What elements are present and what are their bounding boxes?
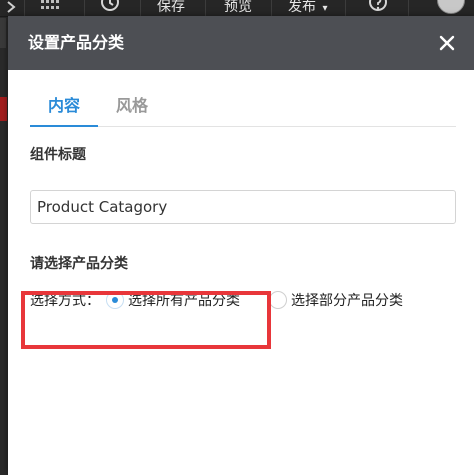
chevron-down-icon: ▾ bbox=[322, 3, 328, 14]
top-toolbar: 保存 预览 发布 ▾ bbox=[0, 0, 474, 17]
avatar[interactable] bbox=[437, 0, 465, 14]
preview-button[interactable]: 预览 bbox=[222, 0, 254, 16]
close-button[interactable] bbox=[436, 32, 458, 54]
preview-label: 预览 bbox=[224, 0, 252, 15]
app-window: 保存 预览 发布 ▾ 设置产品分类 内容 风格 组件标题 Product Cat… bbox=[0, 0, 474, 475]
background-panel-fragment bbox=[0, 18, 6, 48]
history-icon[interactable] bbox=[99, 0, 121, 16]
component-title-label: 组件标题 bbox=[30, 147, 86, 163]
help-icon[interactable] bbox=[368, 0, 388, 16]
close-icon bbox=[439, 35, 455, 51]
save-label: 保存 bbox=[157, 0, 185, 15]
dialog-tabs: 内容 风格 bbox=[30, 92, 456, 127]
dialog-title: 设置产品分类 bbox=[28, 33, 125, 52]
highlight-annotation bbox=[21, 291, 271, 349]
grid-icon[interactable] bbox=[40, 0, 62, 16]
tab-content[interactable]: 内容 bbox=[30, 96, 98, 127]
background-badge-fragment bbox=[0, 97, 7, 121]
dialog-header: 设置产品分类 bbox=[8, 16, 474, 70]
component-title-input[interactable] bbox=[30, 190, 456, 224]
save-button[interactable]: 保存 bbox=[155, 0, 187, 16]
settings-dialog: 设置产品分类 内容 风格 组件标题 请选择产品分类 选择方式： 选择所有产品分类… bbox=[8, 16, 474, 475]
tab-style[interactable]: 风格 bbox=[116, 96, 148, 126]
radio-unchecked-icon[interactable] bbox=[269, 291, 287, 309]
category-section-label: 请选择产品分类 bbox=[30, 256, 128, 272]
publish-label: 发布 bbox=[288, 0, 316, 15]
arrow-right-icon[interactable] bbox=[6, 0, 16, 16]
radio-partial-label: 选择部分产品分类 bbox=[291, 293, 403, 309]
publish-button[interactable]: 发布 ▾ bbox=[286, 0, 329, 16]
